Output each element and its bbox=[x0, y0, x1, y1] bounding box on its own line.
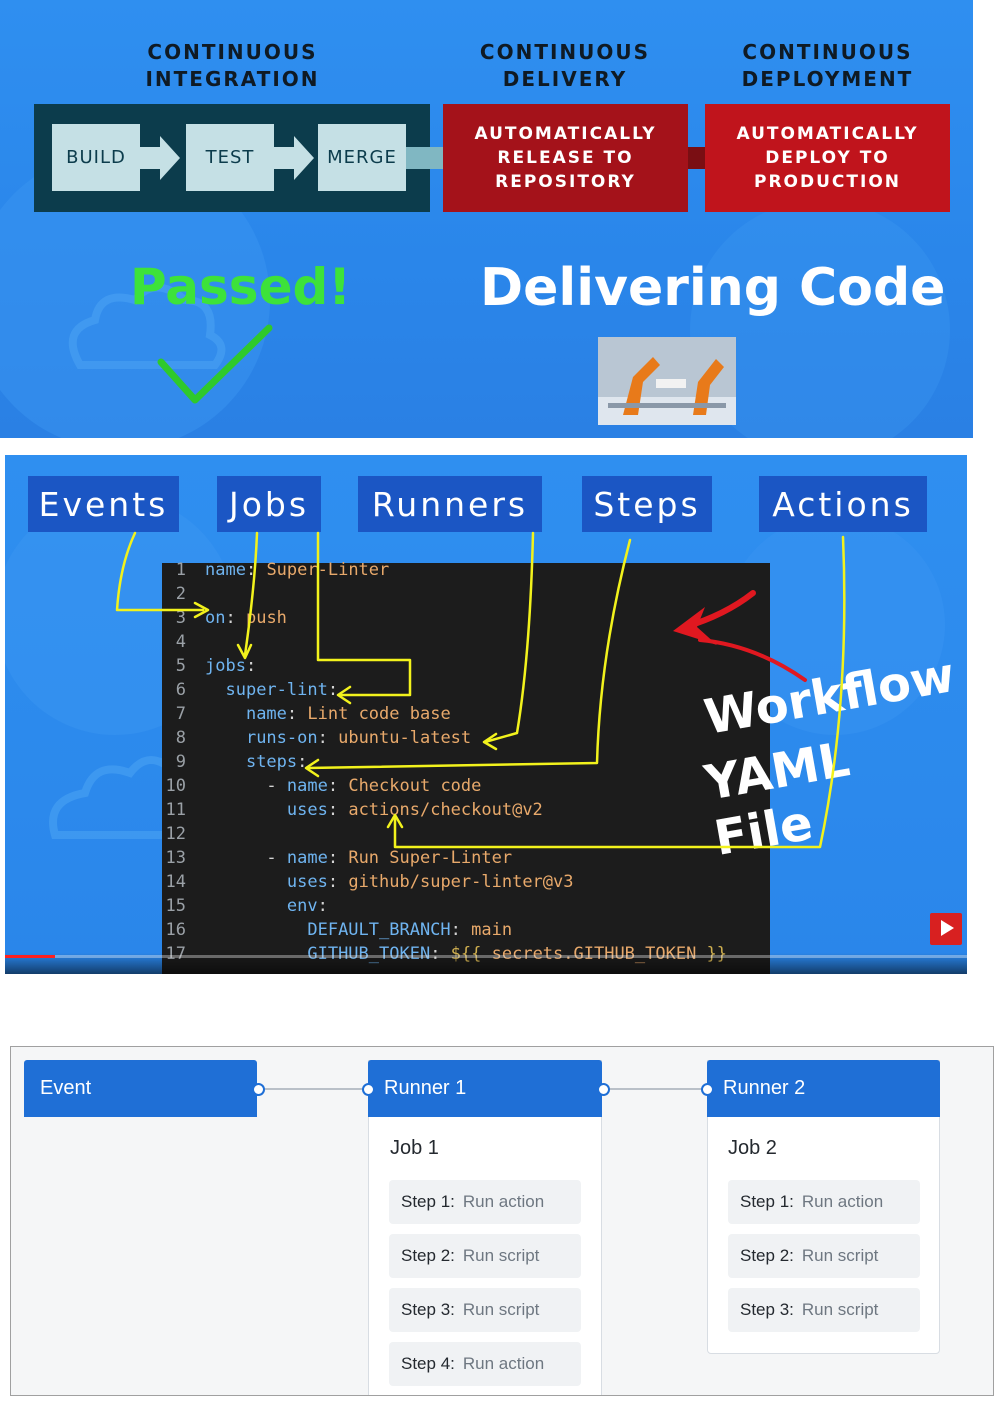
runner-2-step-1: Step 1: Run action bbox=[728, 1180, 920, 1224]
runners-diagram-panel: Event Runner 1 Job 1 Step 1: Run action S… bbox=[10, 1046, 994, 1396]
event-box: Event bbox=[24, 1060, 257, 1117]
runners-arrow-icon bbox=[483, 531, 535, 744]
runner1-runner2-connector bbox=[605, 1088, 705, 1090]
event-out-port-icon bbox=[252, 1083, 265, 1096]
runner-2-in-port-icon bbox=[701, 1083, 714, 1096]
job-1-title: Job 1 bbox=[390, 1137, 439, 1159]
pipeline-arrows bbox=[140, 136, 734, 180]
runner-1-in-port-icon bbox=[362, 1083, 375, 1096]
super-lint-arrow-icon bbox=[316, 531, 412, 697]
job-2-title: Job 2 bbox=[728, 1137, 777, 1159]
events-arrow-icon bbox=[115, 531, 205, 612]
event-runner1-connector bbox=[262, 1088, 368, 1090]
delivery-box: AUTOMATICALLY RELEASE TO REPOSITORY bbox=[443, 104, 688, 212]
runner-1-out-port-icon bbox=[597, 1083, 610, 1096]
deployment-box: AUTOMATICALLY DEPLOY TO PRODUCTION bbox=[705, 104, 950, 212]
runner-1-step-3: Step 3: Run script bbox=[389, 1288, 581, 1332]
annotation-arrows bbox=[115, 531, 846, 849]
runner-2-step-2: Step 2: Run script bbox=[728, 1234, 920, 1278]
video-progress-fill bbox=[5, 955, 55, 958]
runner-1-step-2: Step 2: Run script bbox=[389, 1234, 581, 1278]
runner-2-header: Runner 2 bbox=[707, 1060, 940, 1117]
runner-2-step-3: Step 3: Run script bbox=[728, 1288, 920, 1332]
runner-1-step-4: Step 4: Run action bbox=[389, 1342, 581, 1386]
workflow-panel: Events Jobs Runners Steps Actions 1 name:… bbox=[5, 455, 967, 974]
passed-text: Passed! bbox=[130, 258, 352, 316]
jobs-arrow-icon bbox=[243, 531, 259, 657]
runner-1-header: Runner 1 bbox=[368, 1060, 602, 1117]
delivering-code-title: Delivering Code bbox=[480, 258, 946, 318]
build-test-arrow-icon bbox=[140, 136, 180, 180]
checkmark-icon bbox=[157, 324, 273, 404]
subscribe-icon bbox=[930, 913, 962, 945]
runner-1-step-1: Step 1: Run action bbox=[389, 1180, 581, 1224]
video-progress-track[interactable] bbox=[5, 955, 967, 958]
robot-arms-image bbox=[598, 337, 736, 425]
cicd-panel: CONTINUOUS INTEGRATION CONTINUOUS DELIVE… bbox=[0, 0, 973, 438]
steps-arrow-icon bbox=[305, 538, 632, 770]
test-merge-arrow-icon bbox=[274, 136, 314, 180]
